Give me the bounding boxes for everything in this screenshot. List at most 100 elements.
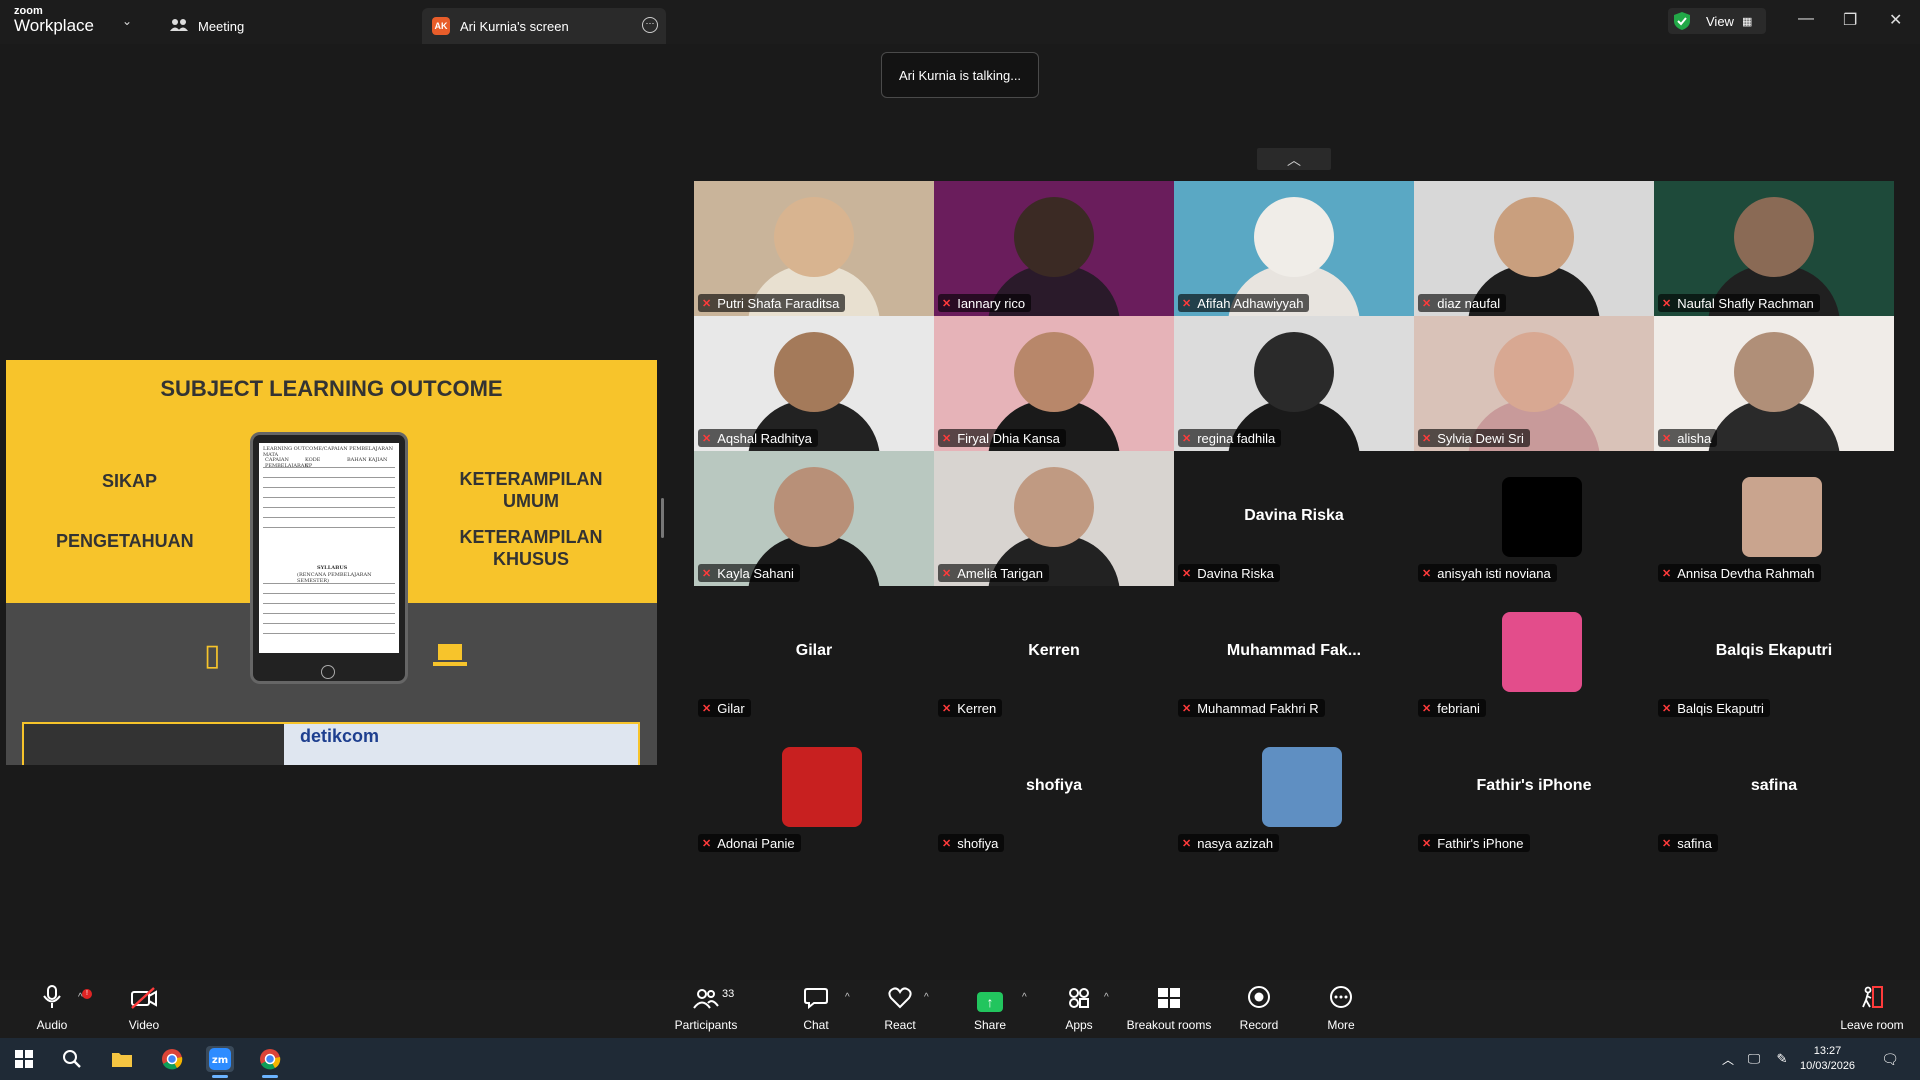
- participant-tile[interactable]: Fathir's iPhone ✕ Fathir's iPhone: [1414, 721, 1654, 856]
- chevron-up-icon[interactable]: ︿: [1257, 148, 1331, 170]
- tab-shared-screen[interactable]: AK Ari Kurnia's screen ···: [422, 8, 666, 44]
- mic-muted-icon: ✕: [1422, 702, 1432, 715]
- react-label: React: [884, 1018, 916, 1032]
- mic-muted-icon: ✕: [1422, 837, 1432, 850]
- participant-tile[interactable]: ✕ Sylvia Dewi Sri: [1414, 316, 1654, 451]
- participant-name: regina fadhila: [1197, 430, 1276, 446]
- tab-meeting[interactable]: Meeting: [170, 8, 244, 44]
- caret-up-icon[interactable]: ^: [1104, 992, 1109, 1003]
- mic-muted-icon: ✕: [1422, 297, 1432, 310]
- notifications-icon[interactable]: 🗨: [1876, 1046, 1904, 1072]
- participant-name: Gilar: [717, 700, 745, 716]
- chevron-up-icon[interactable]: ︿: [1714, 1046, 1742, 1072]
- breakout-rooms-icon: [1157, 987, 1181, 1014]
- phone-icon: ▯: [204, 639, 221, 672]
- zoom-logo[interactable]: zoom Workplace: [14, 6, 94, 35]
- share-button[interactable]: ↑ Share: [970, 980, 1010, 1038]
- participant-tile[interactable]: ✕ Kayla Sahani: [694, 451, 934, 586]
- participant-name: Aqshal Radhitya: [717, 430, 812, 446]
- participant-tile[interactable]: ✕ Adonai Panie: [694, 721, 934, 856]
- participant-tile[interactable]: ✕ Putri Shafa Faraditsa: [694, 181, 934, 316]
- participant-display-name: safina: [1750, 777, 1798, 794]
- participant-name: anisyah isti noviana: [1437, 565, 1551, 581]
- minimize-icon[interactable]: —: [1798, 10, 1814, 28]
- restore-icon[interactable]: ❐: [1843, 10, 1857, 30]
- apps-button[interactable]: Apps: [1060, 980, 1098, 1038]
- participant-nameplate: ✕ Afifah Adhawiyyah: [1178, 294, 1310, 312]
- participant-name: Putri Shafa Faraditsa: [717, 295, 840, 311]
- chevron-down-icon[interactable]: ⌄: [122, 14, 132, 28]
- zoom-taskbar-icon[interactable]: zm: [206, 1046, 234, 1078]
- participant-tile[interactable]: ✕ regina fadhila: [1174, 316, 1414, 451]
- chrome-icon[interactable]: [158, 1046, 186, 1072]
- file-explorer-icon[interactable]: [108, 1046, 136, 1072]
- close-icon[interactable]: ✕: [1889, 10, 1902, 30]
- mic-muted-icon: ✕: [942, 567, 952, 580]
- participant-tile[interactable]: ✕ febriani: [1414, 586, 1654, 721]
- breakout-rooms-button[interactable]: Breakout rooms: [1124, 980, 1214, 1038]
- caret-up-icon[interactable]: ^: [845, 992, 850, 1003]
- breakout-rooms-label: Breakout rooms: [1126, 1018, 1212, 1032]
- leave-room-button[interactable]: Leave room: [1836, 980, 1908, 1038]
- participant-tile[interactable]: ✕ Iannary rico: [934, 181, 1174, 316]
- record-button[interactable]: Record: [1238, 980, 1280, 1038]
- participant-nameplate: ✕ Kayla Sahani: [698, 564, 800, 582]
- video-button[interactable]: Video: [122, 980, 166, 1038]
- participant-nameplate: ✕ Gilar: [698, 699, 751, 717]
- talking-indicator: Ari Kurnia is talking...: [881, 52, 1039, 98]
- doc-rule: [263, 593, 395, 594]
- participant-tile[interactable]: ✕ Naufal Shafly Rachman: [1654, 181, 1894, 316]
- participant-tile[interactable]: ✕ diaz naufal: [1414, 181, 1654, 316]
- doc-rule: [263, 603, 395, 604]
- participant-tile[interactable]: Muhammad Fak... ✕ Muhammad Fakhri R: [1174, 586, 1414, 721]
- participant-tile[interactable]: ✕ Annisa Devtha Rahmah: [1654, 451, 1894, 586]
- avatar: [782, 747, 862, 827]
- mic-muted-icon: ✕: [1422, 567, 1432, 580]
- participant-tile[interactable]: Davina Riska ✕ Davina Riska: [1174, 451, 1414, 586]
- participant-tile[interactable]: Kerren ✕ Kerren: [934, 586, 1174, 721]
- doc-rule: [263, 497, 395, 498]
- participant-tile[interactable]: safina ✕ safina: [1654, 721, 1894, 856]
- audio-button[interactable]: ! Audio: [30, 980, 92, 1038]
- panel-splitter[interactable]: [661, 498, 664, 538]
- news-banner: detikcom: [22, 722, 640, 765]
- participant-tile[interactable]: ✕ Firyal Dhia Kansa: [934, 316, 1174, 451]
- participant-nameplate: ✕ Iannary rico: [938, 294, 1032, 312]
- react-button[interactable]: React: [880, 980, 920, 1038]
- participant-tile[interactable]: shofiya ✕ shofiya: [934, 721, 1174, 856]
- chrome-profile-icon[interactable]: [256, 1046, 284, 1078]
- doc-rule: [263, 507, 395, 508]
- mic-muted-icon: ✕: [1662, 297, 1672, 310]
- chat-button[interactable]: Chat: [796, 980, 836, 1038]
- caret-up-icon[interactable]: ^: [924, 992, 929, 1003]
- shared-screen[interactable]: SUBJECT LEARNING OUTCOME SIKAP PENGETAHU…: [6, 360, 657, 765]
- leave-icon: [1860, 985, 1884, 1014]
- pen-icon[interactable]: ✎: [1768, 1046, 1796, 1072]
- participant-tile[interactable]: ✕ anisyah isti noviana: [1414, 451, 1654, 586]
- network-icon[interactable]: 🖵: [1740, 1046, 1768, 1072]
- mic-muted-icon: ✕: [702, 432, 712, 445]
- participant-nameplate: ✕ Putri Shafa Faraditsa: [698, 294, 846, 312]
- svg-text:zm: zm: [212, 1055, 228, 1066]
- participant-tile[interactable]: ✕ Amelia Tarigan: [934, 451, 1174, 586]
- participant-tile[interactable]: Balqis Ekaputri ✕ Balqis Ekaputri: [1654, 586, 1894, 721]
- participant-name: Balqis Ekaputri: [1677, 700, 1764, 716]
- participant-tile[interactable]: ✕ alisha: [1654, 316, 1894, 451]
- view-button[interactable]: View ▦: [1668, 8, 1766, 34]
- participants-label: Participants: [674, 1018, 738, 1032]
- system-clock[interactable]: 13:27 10/03/2026: [1800, 1044, 1855, 1074]
- mic-muted-icon: ✕: [1662, 702, 1672, 715]
- participant-tile[interactable]: Gilar ✕ Gilar: [694, 586, 934, 721]
- doc-rule: [263, 467, 395, 468]
- participant-name: Firyal Dhia Kansa: [957, 430, 1060, 446]
- caret-up-icon[interactable]: ^: [78, 992, 83, 1003]
- windows-start-icon[interactable]: [10, 1046, 38, 1072]
- caret-up-icon[interactable]: ^: [1022, 992, 1027, 1003]
- search-icon[interactable]: [58, 1046, 86, 1072]
- participant-tile[interactable]: ✕ nasya azizah: [1174, 721, 1414, 856]
- doc-syllabus: SYLLABUS: [317, 565, 348, 571]
- more-options-icon[interactable]: ···: [642, 17, 658, 33]
- participant-tile[interactable]: ✕ Afifah Adhawiyyah: [1174, 181, 1414, 316]
- participant-tile[interactable]: ✕ Aqshal Radhitya: [694, 316, 934, 451]
- more-button[interactable]: More: [1322, 980, 1360, 1038]
